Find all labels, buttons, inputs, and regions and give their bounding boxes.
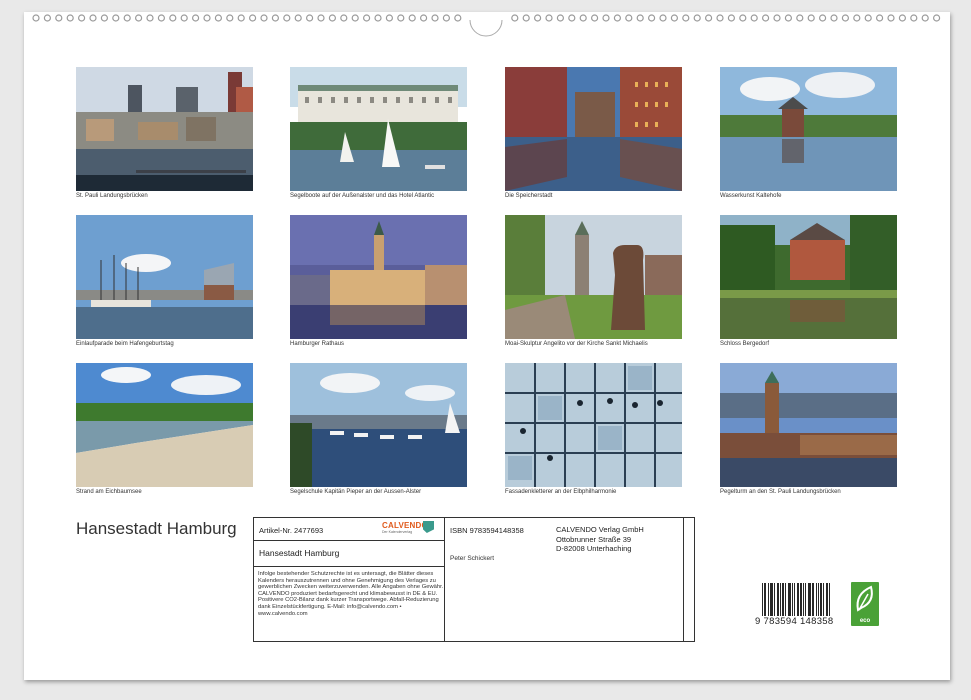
photo-elbphilharmonie-kletterer	[505, 363, 682, 487]
photo-segelschule-pieper	[290, 363, 467, 487]
calendar-back-page: St. Pauli Landungsbrücken Segelboote auf…	[24, 12, 950, 680]
divider	[683, 518, 684, 641]
article-number: Artikel-Nr. 2477693	[259, 526, 324, 535]
divider	[254, 540, 444, 541]
photo-caption: Fassadenkletterer an der Elbphilharmonie	[505, 489, 617, 495]
photo-moai-michaelis	[505, 215, 682, 339]
photo-rathaus	[290, 215, 467, 339]
product-title: Hansestadt Hamburg	[259, 548, 340, 558]
publisher-address: CALVENDO Verlag GmbH Ottobrunner Straße …	[556, 525, 644, 554]
photo-caption: Einlaufparade beim Hafengeburtstag	[76, 341, 174, 347]
eco-label: eco	[859, 618, 871, 624]
leaf-icon	[856, 585, 873, 612]
calvendo-logo: CALVENDO Der Kalenderverlag	[382, 521, 436, 536]
publisher-line: Ottobrunner Straße 39	[556, 534, 632, 544]
calendar-title: Hansestadt Hamburg	[76, 519, 237, 538]
eco-logo: eco	[851, 582, 879, 626]
photo-caption: Pegelturm an den St. Pauli Landungsbrück…	[720, 489, 841, 495]
photo-caption: Die Speicherstadt	[505, 193, 553, 199]
calvendo-mark-icon	[423, 521, 434, 533]
spiral-binding	[24, 12, 950, 42]
photo-wasserkunst-kaltehofe	[720, 67, 897, 191]
photo-caption: Schloss Bergedorf	[720, 341, 770, 347]
photo-pegelturm	[720, 363, 897, 487]
photo-caption: Wasserkunst Kaltehofe	[720, 193, 782, 199]
photo-caption: Segelschule Kapitän Pieper an der Aussen…	[290, 489, 422, 495]
photo-schloss-bergedorf	[720, 215, 897, 339]
calvendo-subtitle: Der Kalenderverlag	[382, 530, 413, 534]
isbn: ISBN 9783594148358	[450, 526, 524, 535]
calvendo-brand: CALVENDO	[382, 521, 428, 530]
photo-eichbaumsee	[76, 363, 253, 487]
photo-caption: Segelboote auf der Außenalster und das H…	[290, 193, 435, 199]
publisher-line: D-82008 Unterhaching	[556, 544, 632, 553]
photo-caption: St. Pauli Landungsbrücken	[76, 193, 148, 199]
author: Peter Schickert	[450, 555, 495, 562]
photo-hafengeburtstag	[76, 215, 253, 339]
photo-speicherstadt	[505, 67, 682, 191]
product-info-box: Artikel-Nr. 2477693 CALVENDO Der Kalende…	[253, 517, 695, 642]
photo-caption: Strand am Eichbaumsee	[76, 489, 142, 495]
barcode-number: 9 783594 148358	[754, 616, 835, 627]
photo-aussenalster-atlantic	[290, 67, 467, 191]
photo-caption: Moai-Skulptur Angelito vor der Kirche Sa…	[505, 341, 648, 347]
photo-caption: Hamburger Rathaus	[290, 341, 345, 347]
legal-notice: Infolge bestehender Schutzrechte ist es …	[258, 571, 444, 617]
divider	[254, 566, 444, 567]
publisher-line: CALVENDO Verlag GmbH	[556, 525, 644, 534]
photo-landungsbruecken	[76, 67, 253, 191]
